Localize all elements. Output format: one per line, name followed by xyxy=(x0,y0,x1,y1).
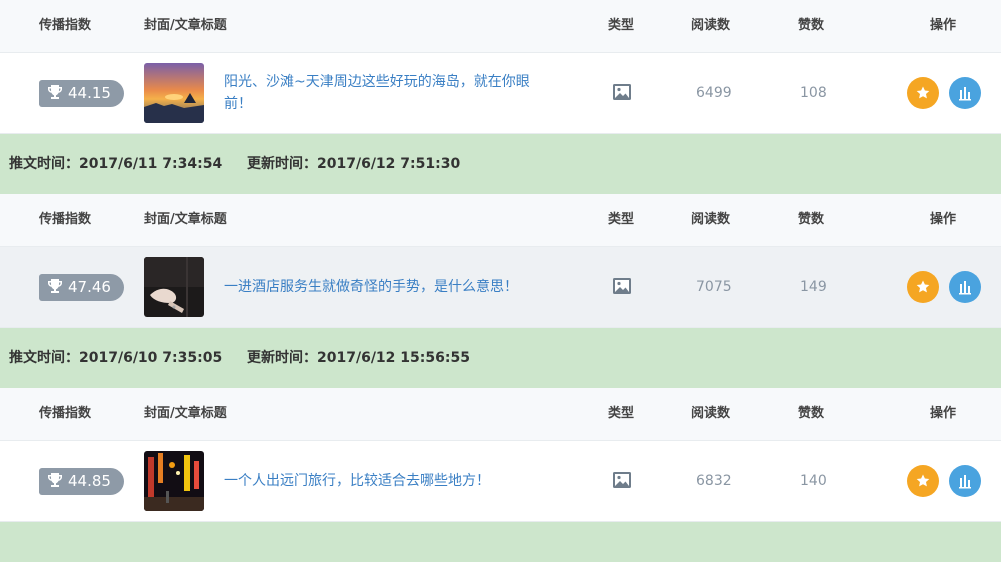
bar-chart-icon xyxy=(959,281,971,295)
header-actions: 操作 xyxy=(930,406,957,421)
article-block-1: 传播指数 封面/文章标题 类型 阅读数 赞数 操作 44.15 阳光、沙滩~天津… xyxy=(0,0,1001,194)
header-actions: 操作 xyxy=(930,18,957,33)
table-header: 传播指数 封面/文章标题 类型 阅读数 赞数 操作 xyxy=(0,388,1001,441)
publish-time: 推文时间：2017/6/10 7:35:05 xyxy=(9,350,223,366)
like-count: 140 xyxy=(800,473,827,489)
update-time: 更新时间：2017/6/12 7:51:30 xyxy=(247,156,461,172)
bar-chart-icon xyxy=(959,475,971,489)
title-line: 阳光、沙滩~天津周边这些好玩的海岛，就在你眼 xyxy=(224,74,530,90)
trophy-icon xyxy=(48,85,62,99)
header-reads: 阅读数 xyxy=(691,18,731,33)
cover-thumbnail[interactable] xyxy=(144,257,204,317)
header-score: 传播指数 xyxy=(39,406,92,421)
header-reads: 阅读数 xyxy=(691,406,731,421)
title-line: 一进酒店服务生就做奇怪的手势，是什么意思！ xyxy=(224,279,518,295)
publish-info-bar: 推文时间：2017/6/11 7:34:54 更新时间：2017/6/12 7:… xyxy=(0,134,1001,194)
image-icon xyxy=(613,84,631,100)
score-badge: 44.15 xyxy=(39,80,124,107)
table-row: 44.15 阳光、沙滩~天津周边这些好玩的海岛，就在你眼 前！ 6499 108 xyxy=(0,53,1001,134)
header-cover-title: 封面/文章标题 xyxy=(144,18,227,33)
table-header: 传播指数 封面/文章标题 类型 阅读数 赞数 操作 xyxy=(0,194,1001,247)
header-cover-title: 封面/文章标题 xyxy=(144,406,227,421)
score-badge: 44.85 xyxy=(39,468,124,495)
update-time: 更新时间：2017/6/12 15:56:55 xyxy=(247,350,470,366)
article-list: 传播指数 封面/文章标题 类型 阅读数 赞数 操作 44.15 阳光、沙滩~天津… xyxy=(0,0,1001,562)
cover-thumbnail[interactable] xyxy=(144,451,204,511)
stats-button[interactable] xyxy=(949,465,981,497)
read-count: 7075 xyxy=(696,279,732,295)
article-block-2: 传播指数 封面/文章标题 类型 阅读数 赞数 操作 47.46 一进酒店服务生就… xyxy=(0,194,1001,388)
article-title-link[interactable]: 一进酒店服务生就做奇怪的手势，是什么意思！ xyxy=(224,276,584,298)
header-likes: 赞数 xyxy=(798,18,825,33)
table-row: 44.85 一个人出远门旅行，比较适合去哪些地方！ 6832 140 xyxy=(0,441,1001,522)
table-row: 47.46 一进酒店服务生就做奇怪的手势，是什么意思！ 7075 149 xyxy=(0,247,1001,328)
favorite-button[interactable] xyxy=(907,465,939,497)
header-actions: 操作 xyxy=(930,212,957,227)
trophy-icon xyxy=(48,473,62,487)
article-title-link[interactable]: 阳光、沙滩~天津周边这些好玩的海岛，就在你眼 前！ xyxy=(224,71,584,115)
header-type: 类型 xyxy=(608,406,635,421)
table-header: 传播指数 封面/文章标题 类型 阅读数 赞数 操作 xyxy=(0,0,1001,53)
star-icon xyxy=(916,474,930,487)
image-icon xyxy=(613,472,631,488)
title-line: 前！ xyxy=(224,96,252,112)
header-score: 传播指数 xyxy=(39,212,92,227)
read-count: 6832 xyxy=(696,473,732,489)
like-count: 149 xyxy=(800,279,827,295)
header-type: 类型 xyxy=(608,18,635,33)
publish-info-bar xyxy=(0,522,1001,562)
score-badge: 47.46 xyxy=(39,274,124,301)
header-score: 传播指数 xyxy=(39,18,92,33)
title-line: 一个人出远门旅行，比较适合去哪些地方！ xyxy=(224,473,490,489)
publish-info-bar: 推文时间：2017/6/10 7:35:05 更新时间：2017/6/12 15… xyxy=(0,328,1001,388)
header-reads: 阅读数 xyxy=(691,212,731,227)
header-cover-title: 封面/文章标题 xyxy=(144,212,227,227)
header-likes: 赞数 xyxy=(798,406,825,421)
article-title-link[interactable]: 一个人出远门旅行，比较适合去哪些地方！ xyxy=(224,470,584,492)
stats-button[interactable] xyxy=(949,271,981,303)
publish-time: 推文时间：2017/6/11 7:34:54 xyxy=(9,156,223,172)
score-value: 47.46 xyxy=(68,278,111,296)
stats-button[interactable] xyxy=(949,77,981,109)
star-icon xyxy=(916,86,930,99)
trophy-icon xyxy=(48,279,62,293)
favorite-button[interactable] xyxy=(907,77,939,109)
read-count: 6499 xyxy=(696,85,732,101)
star-icon xyxy=(916,280,930,293)
header-likes: 赞数 xyxy=(798,212,825,227)
score-value: 44.85 xyxy=(68,472,111,490)
bar-chart-icon xyxy=(959,87,971,101)
like-count: 108 xyxy=(800,85,827,101)
header-type: 类型 xyxy=(608,212,635,227)
favorite-button[interactable] xyxy=(907,271,939,303)
cover-thumbnail[interactable] xyxy=(144,63,204,123)
score-value: 44.15 xyxy=(68,84,111,102)
image-icon xyxy=(613,278,631,294)
